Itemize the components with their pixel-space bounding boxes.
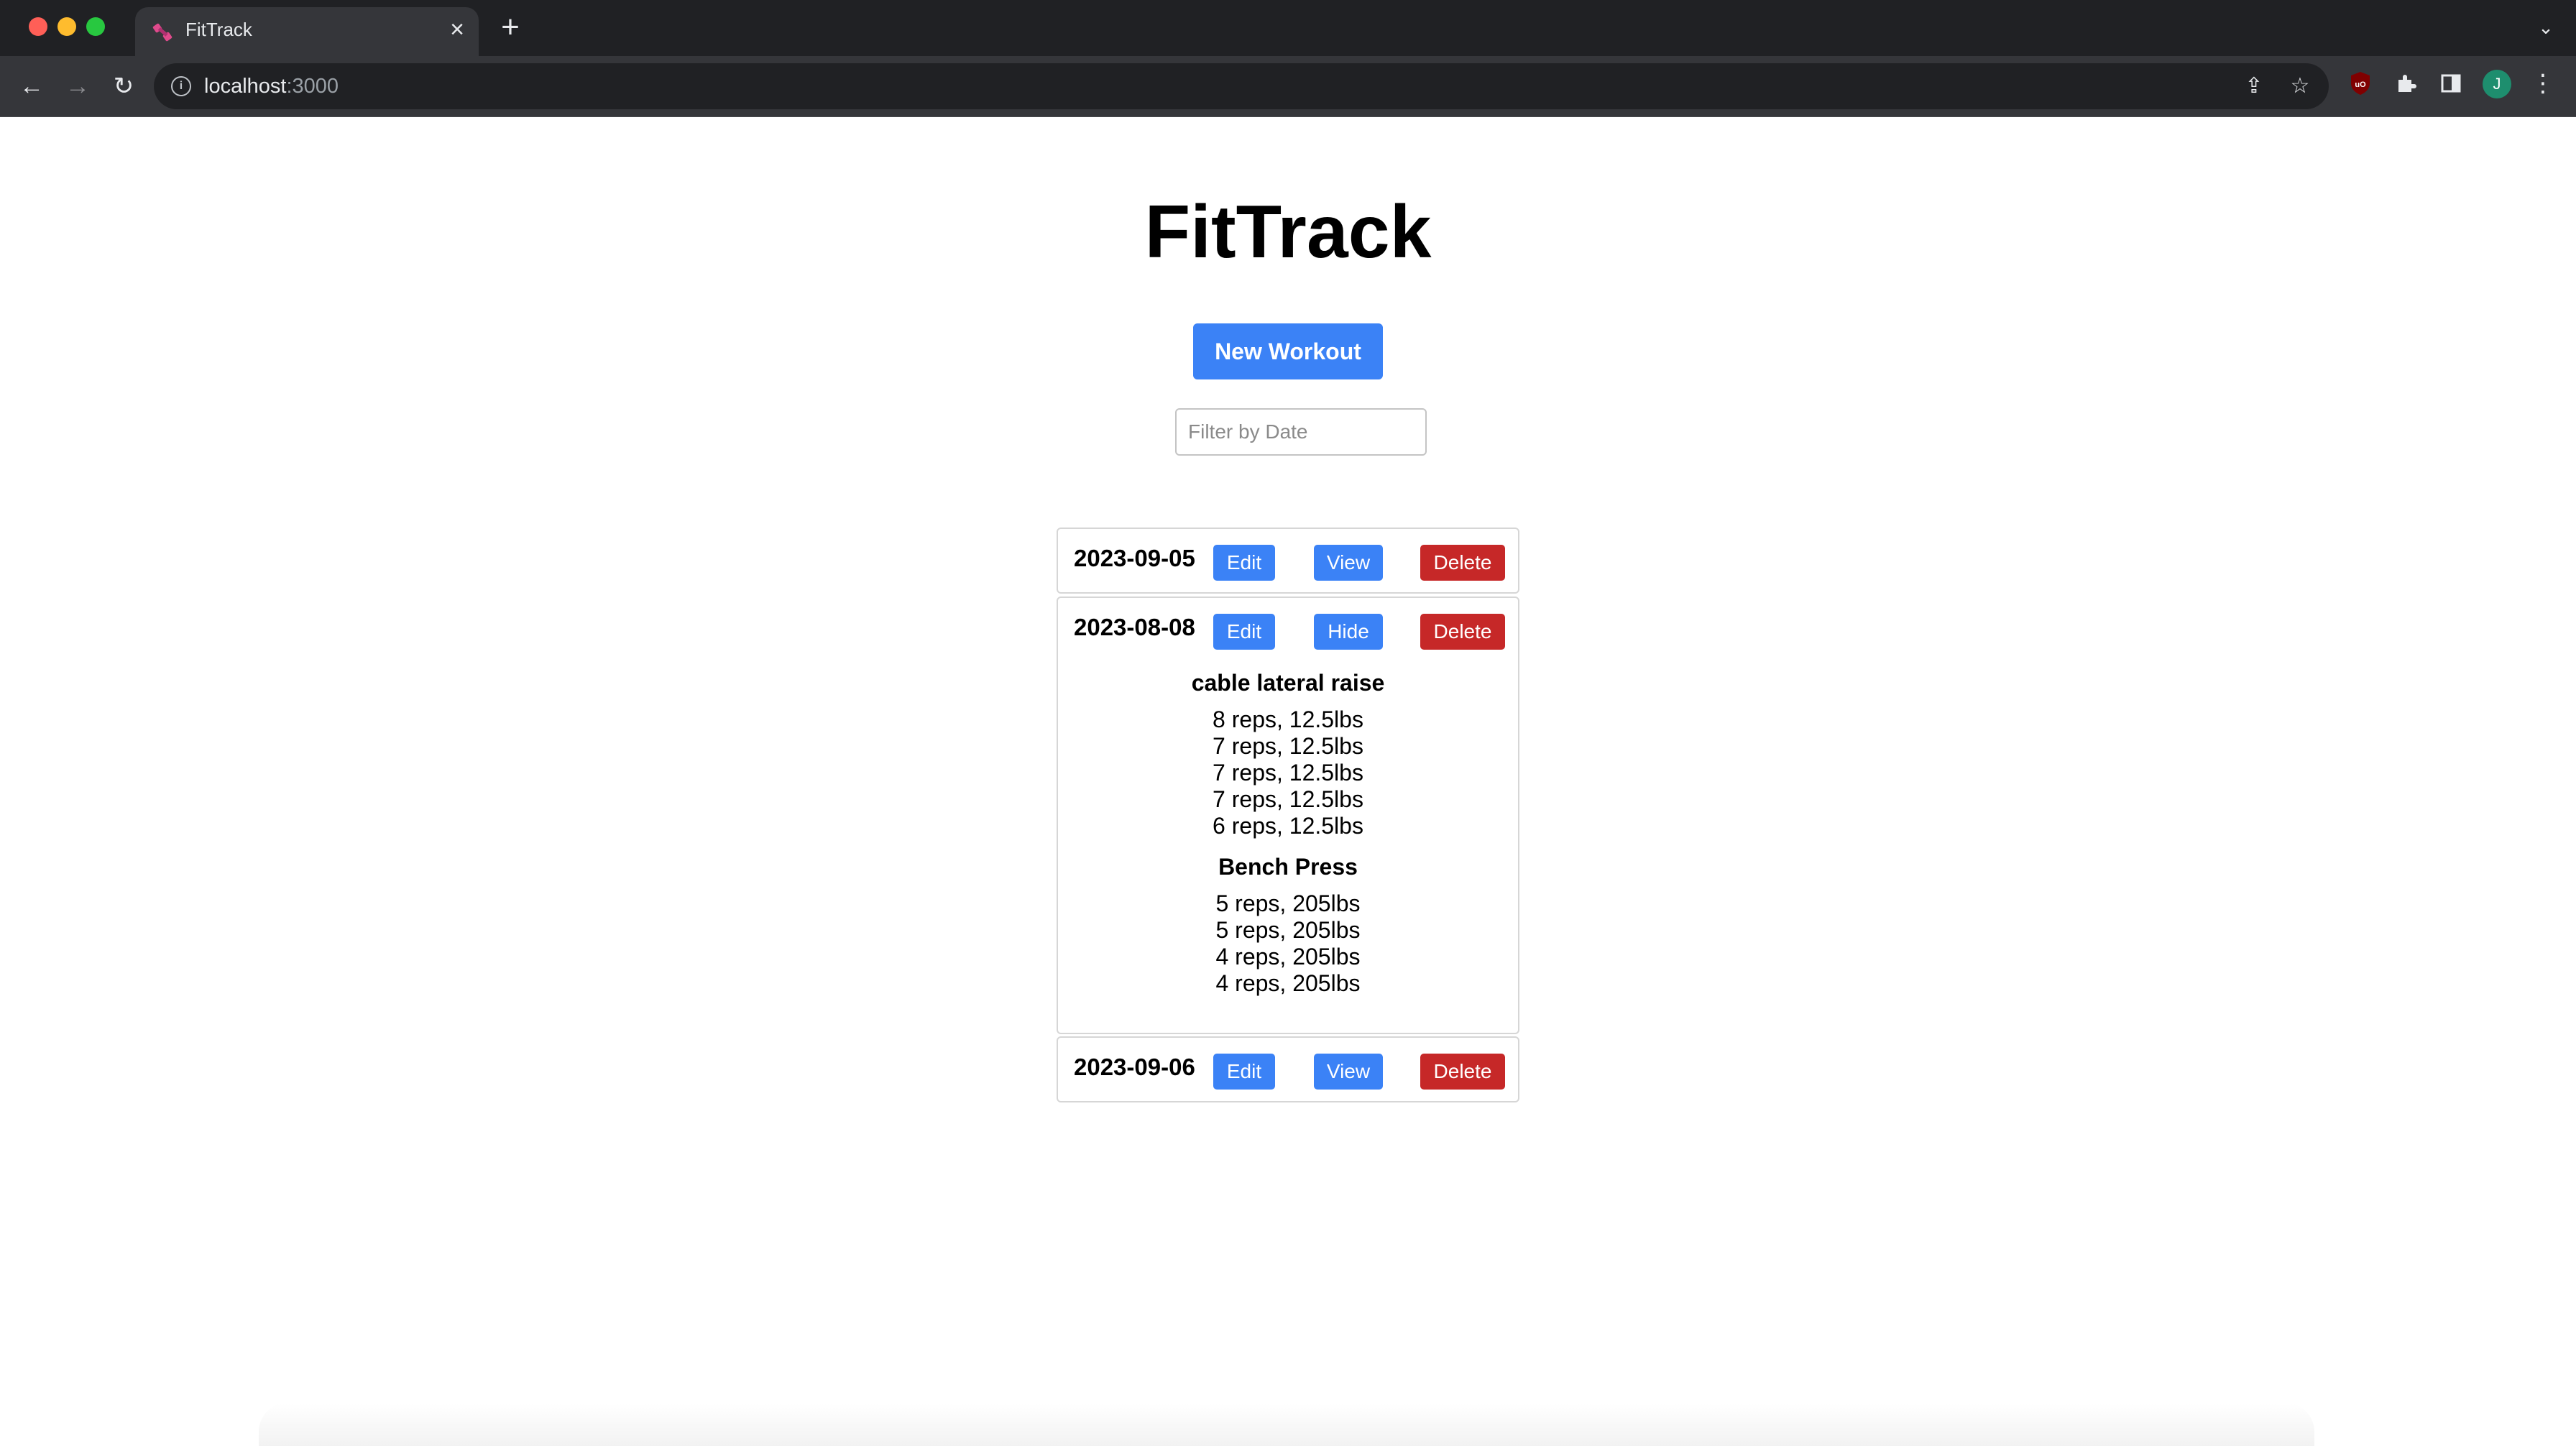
hide-workout-button[interactable]: Hide xyxy=(1314,614,1383,650)
filter-by-date-input[interactable] xyxy=(1175,408,1427,456)
new-tab-icon[interactable]: + xyxy=(496,11,525,43)
view-workout-button[interactable]: View xyxy=(1314,545,1383,581)
back-arrow-icon[interactable]: ← xyxy=(14,69,49,103)
exercise-name: cable lateral raise xyxy=(1191,670,1385,696)
extensions-puzzle-icon[interactable] xyxy=(2392,69,2421,98)
exercise-set: 7 reps, 12.5lbs xyxy=(1213,733,1363,759)
browser-toolbar: ← → ↻ i localhost:3000 ⇪ ☆ xyxy=(0,56,2576,117)
workout-card: 2023-09-06 Edit View Delete xyxy=(1057,1036,1519,1102)
svg-text:uO: uO xyxy=(2355,80,2366,89)
workout-card-header: 2023-09-06 Edit View Delete xyxy=(1058,1038,1518,1101)
workout-date: 2023-09-06 xyxy=(1074,1054,1195,1080)
exercise-block: Bench Press 5 reps, 205lbs 5 reps, 205lb… xyxy=(1058,854,1518,997)
minimize-window-button[interactable] xyxy=(58,17,76,36)
exercise-block: cable lateral raise 8 reps, 12.5lbs 7 re… xyxy=(1058,670,1518,839)
more-menu-icon[interactable]: ⋮ xyxy=(2529,69,2557,98)
workout-date: 2023-08-08 xyxy=(1074,614,1195,640)
bookmark-star-icon[interactable]: ☆ xyxy=(2287,73,2313,99)
exercise-set: 7 reps, 12.5lbs xyxy=(1213,760,1363,786)
exercise-set: 5 reps, 205lbs xyxy=(1215,917,1361,943)
url-host: localhost xyxy=(204,75,287,98)
share-icon[interactable]: ⇪ xyxy=(2241,73,2267,99)
edit-workout-button[interactable]: Edit xyxy=(1213,1054,1275,1090)
workout-card: 2023-08-08 Edit Hide Delete cable latera… xyxy=(1057,597,1519,1034)
new-workout-button[interactable]: New Workout xyxy=(1193,323,1383,379)
workout-date: 2023-09-05 xyxy=(1074,545,1195,571)
side-panel-icon[interactable] xyxy=(2437,69,2465,98)
workout-card: 2023-09-05 Edit View Delete xyxy=(1057,528,1519,594)
workout-details: cable lateral raise 8 reps, 12.5lbs 7 re… xyxy=(1058,670,1518,1026)
address-bar[interactable]: i localhost:3000 ⇪ ☆ xyxy=(154,63,2329,109)
exercise-set: 8 reps, 12.5lbs xyxy=(1213,706,1363,732)
site-info-icon[interactable]: i xyxy=(171,76,191,96)
page-title: FitTrack xyxy=(1144,190,1432,274)
browser-tab-strip: FitTrack × + ⌄ xyxy=(0,0,2576,56)
url-text: localhost:3000 xyxy=(204,63,339,109)
chevron-down-icon[interactable]: ⌄ xyxy=(2533,14,2559,40)
workout-card-header: 2023-08-08 Edit Hide Delete xyxy=(1058,598,1518,668)
delete-workout-button[interactable]: Delete xyxy=(1420,614,1505,650)
workout-card-header: 2023-09-05 Edit View Delete xyxy=(1058,529,1518,592)
dumbbell-favicon-icon xyxy=(152,23,172,42)
exercise-set: 4 reps, 205lbs xyxy=(1215,970,1361,996)
edit-workout-button[interactable]: Edit xyxy=(1213,545,1275,581)
reload-icon[interactable]: ↻ xyxy=(106,69,141,103)
window-bottom-shadow xyxy=(259,1403,2314,1446)
profile-avatar[interactable]: J xyxy=(2483,70,2511,98)
exercise-set: 4 reps, 205lbs xyxy=(1215,944,1361,970)
browser-tab[interactable]: FitTrack × xyxy=(135,7,479,56)
delete-workout-button[interactable]: Delete xyxy=(1420,1054,1505,1090)
close-tab-icon[interactable]: × xyxy=(446,17,469,42)
view-workout-button[interactable]: View xyxy=(1314,1054,1383,1090)
exercise-set: 7 reps, 12.5lbs xyxy=(1213,786,1363,812)
forward-arrow-icon[interactable]: → xyxy=(60,69,95,103)
edit-workout-button[interactable]: Edit xyxy=(1213,614,1275,650)
exercise-set: 5 reps, 205lbs xyxy=(1215,890,1361,916)
delete-workout-button[interactable]: Delete xyxy=(1420,545,1505,581)
exercise-set: 6 reps, 12.5lbs xyxy=(1213,813,1363,839)
exercise-name: Bench Press xyxy=(1218,854,1358,880)
close-window-button[interactable] xyxy=(29,17,47,36)
url-port: :3000 xyxy=(286,75,339,98)
maximize-window-button[interactable] xyxy=(86,17,105,36)
ublock-extension-icon[interactable]: uO xyxy=(2346,69,2375,98)
page-content: FitTrack New Workout 2023-09-05 Edit Vie… xyxy=(0,116,2576,1446)
tab-title: FitTrack xyxy=(185,19,252,40)
